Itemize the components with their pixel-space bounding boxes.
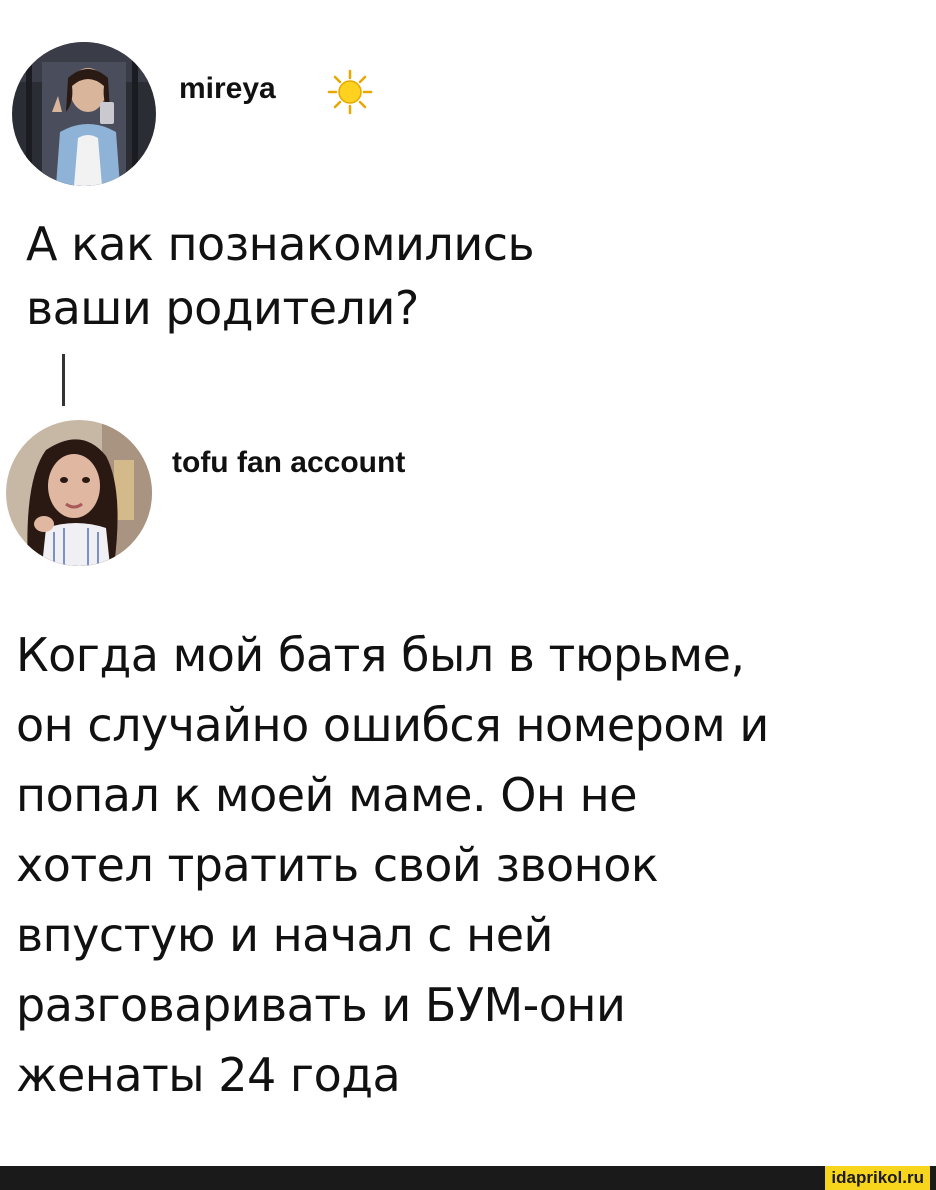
post-text: Когда мой батя был в тюрьме, он случайно… [16,620,916,1110]
post-text-line: попал к моей маме. Он не [16,768,638,822]
username[interactable]: mireya [179,72,276,106]
avatar-photo [12,42,156,186]
post-text-line: он случайно ошибся номером и [16,698,769,752]
post-text-line: Когда мой батя был в тюрьме, [16,628,745,682]
post-text-line: женаты 24 года [16,1048,401,1102]
post-text-line: впустую и начал с ней [16,908,553,962]
thread-connector [62,354,65,406]
post-text-line: разговаривать и БУМ-они [16,978,626,1032]
watermark-bar [0,1166,936,1190]
post-text-line: А как познакомились [26,217,535,271]
post-text-line: ваши родители? [26,281,419,335]
post-text: А как познакомились ваши родители? [26,212,746,340]
watermark: idaprikol.ru [825,1166,930,1190]
sun-icon [326,68,374,116]
post-text-line: хотел тратить свой звонок [16,838,659,892]
avatar-tofu-fan-account[interactable] [6,420,152,566]
avatar-mireya[interactable] [12,42,156,186]
avatar-photo [6,420,152,566]
username[interactable]: tofu fan account [172,446,405,480]
